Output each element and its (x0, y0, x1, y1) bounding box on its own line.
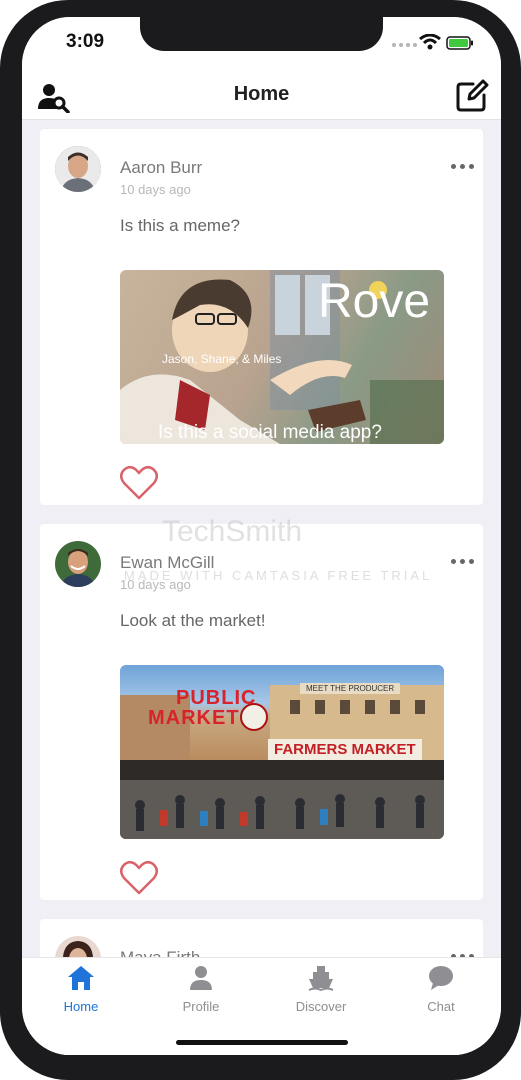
market-sign-line2: MARKET (148, 707, 240, 729)
meme-image: Rove Jason, Shane, & Miles Is this a soc… (120, 270, 444, 444)
post-text: Is this a meme? (120, 216, 240, 235)
chat-bubble-icon (429, 966, 453, 990)
post-card: Ewan McGill 10 days ago Look at the mark… (40, 524, 483, 900)
like-heart-icon[interactable] (120, 465, 158, 501)
tab-label: Chat (427, 999, 455, 1014)
home-indicator (176, 1040, 348, 1045)
avatar[interactable] (55, 541, 101, 587)
compose-icon[interactable] (455, 79, 489, 113)
tab-label: Discover (295, 999, 347, 1014)
more-options-icon[interactable] (451, 559, 474, 564)
screen: 3:09 Home Aaron Burr 10 days ago Is this… (22, 17, 501, 1055)
market-roof-sign: MEET THE PRODUCER (300, 683, 401, 694)
tab-discover[interactable]: Discover (281, 964, 361, 1014)
battery-icon (446, 36, 473, 50)
tab-label: Home (63, 999, 99, 1014)
home-icon (68, 966, 94, 990)
ship-icon (308, 966, 334, 992)
post-timestamp: 10 days ago (120, 182, 191, 197)
tab-profile[interactable]: Profile (161, 964, 241, 1014)
meme-names: Jason, Shane, & Miles (162, 352, 282, 366)
status-time: 3:09 (66, 31, 105, 52)
post-image[interactable]: Rove Jason, Shane, & Miles Is this a soc… (120, 270, 444, 444)
meme-title: Rove (318, 275, 431, 328)
tab-label: Profile (182, 999, 220, 1014)
post-image[interactable]: PUBLIC MARKET MEET THE PRODUCER FARMERS … (120, 665, 444, 839)
post-author[interactable]: Ewan McGill (120, 553, 214, 573)
tab-chat[interactable]: Chat (401, 964, 481, 1014)
tab-home[interactable]: Home (41, 964, 121, 1014)
post-card: Aaron Burr 10 days ago Is this a meme? R… (40, 129, 483, 505)
market-banner: FARMERS MARKET (268, 739, 422, 760)
avatar[interactable] (55, 146, 101, 192)
signal-icon (392, 43, 417, 47)
post-author[interactable]: Aaron Burr (120, 158, 202, 178)
post-timestamp: 10 days ago (120, 577, 191, 592)
more-options-icon[interactable] (451, 164, 474, 169)
phone-frame: 3:09 Home Aaron Burr 10 days ago Is this… (0, 0, 521, 1080)
notch (140, 17, 383, 51)
nav-header: Home (22, 71, 501, 120)
meme-caption: Is this a social media app? (158, 422, 382, 443)
page-title: Home (233, 83, 290, 105)
person-icon (190, 966, 212, 990)
market-image: PUBLIC MARKET MEET THE PRODUCER FARMERS … (120, 665, 444, 839)
wifi-icon (419, 34, 441, 50)
post-text: Look at the market! (120, 611, 266, 630)
like-heart-icon[interactable] (120, 860, 158, 896)
